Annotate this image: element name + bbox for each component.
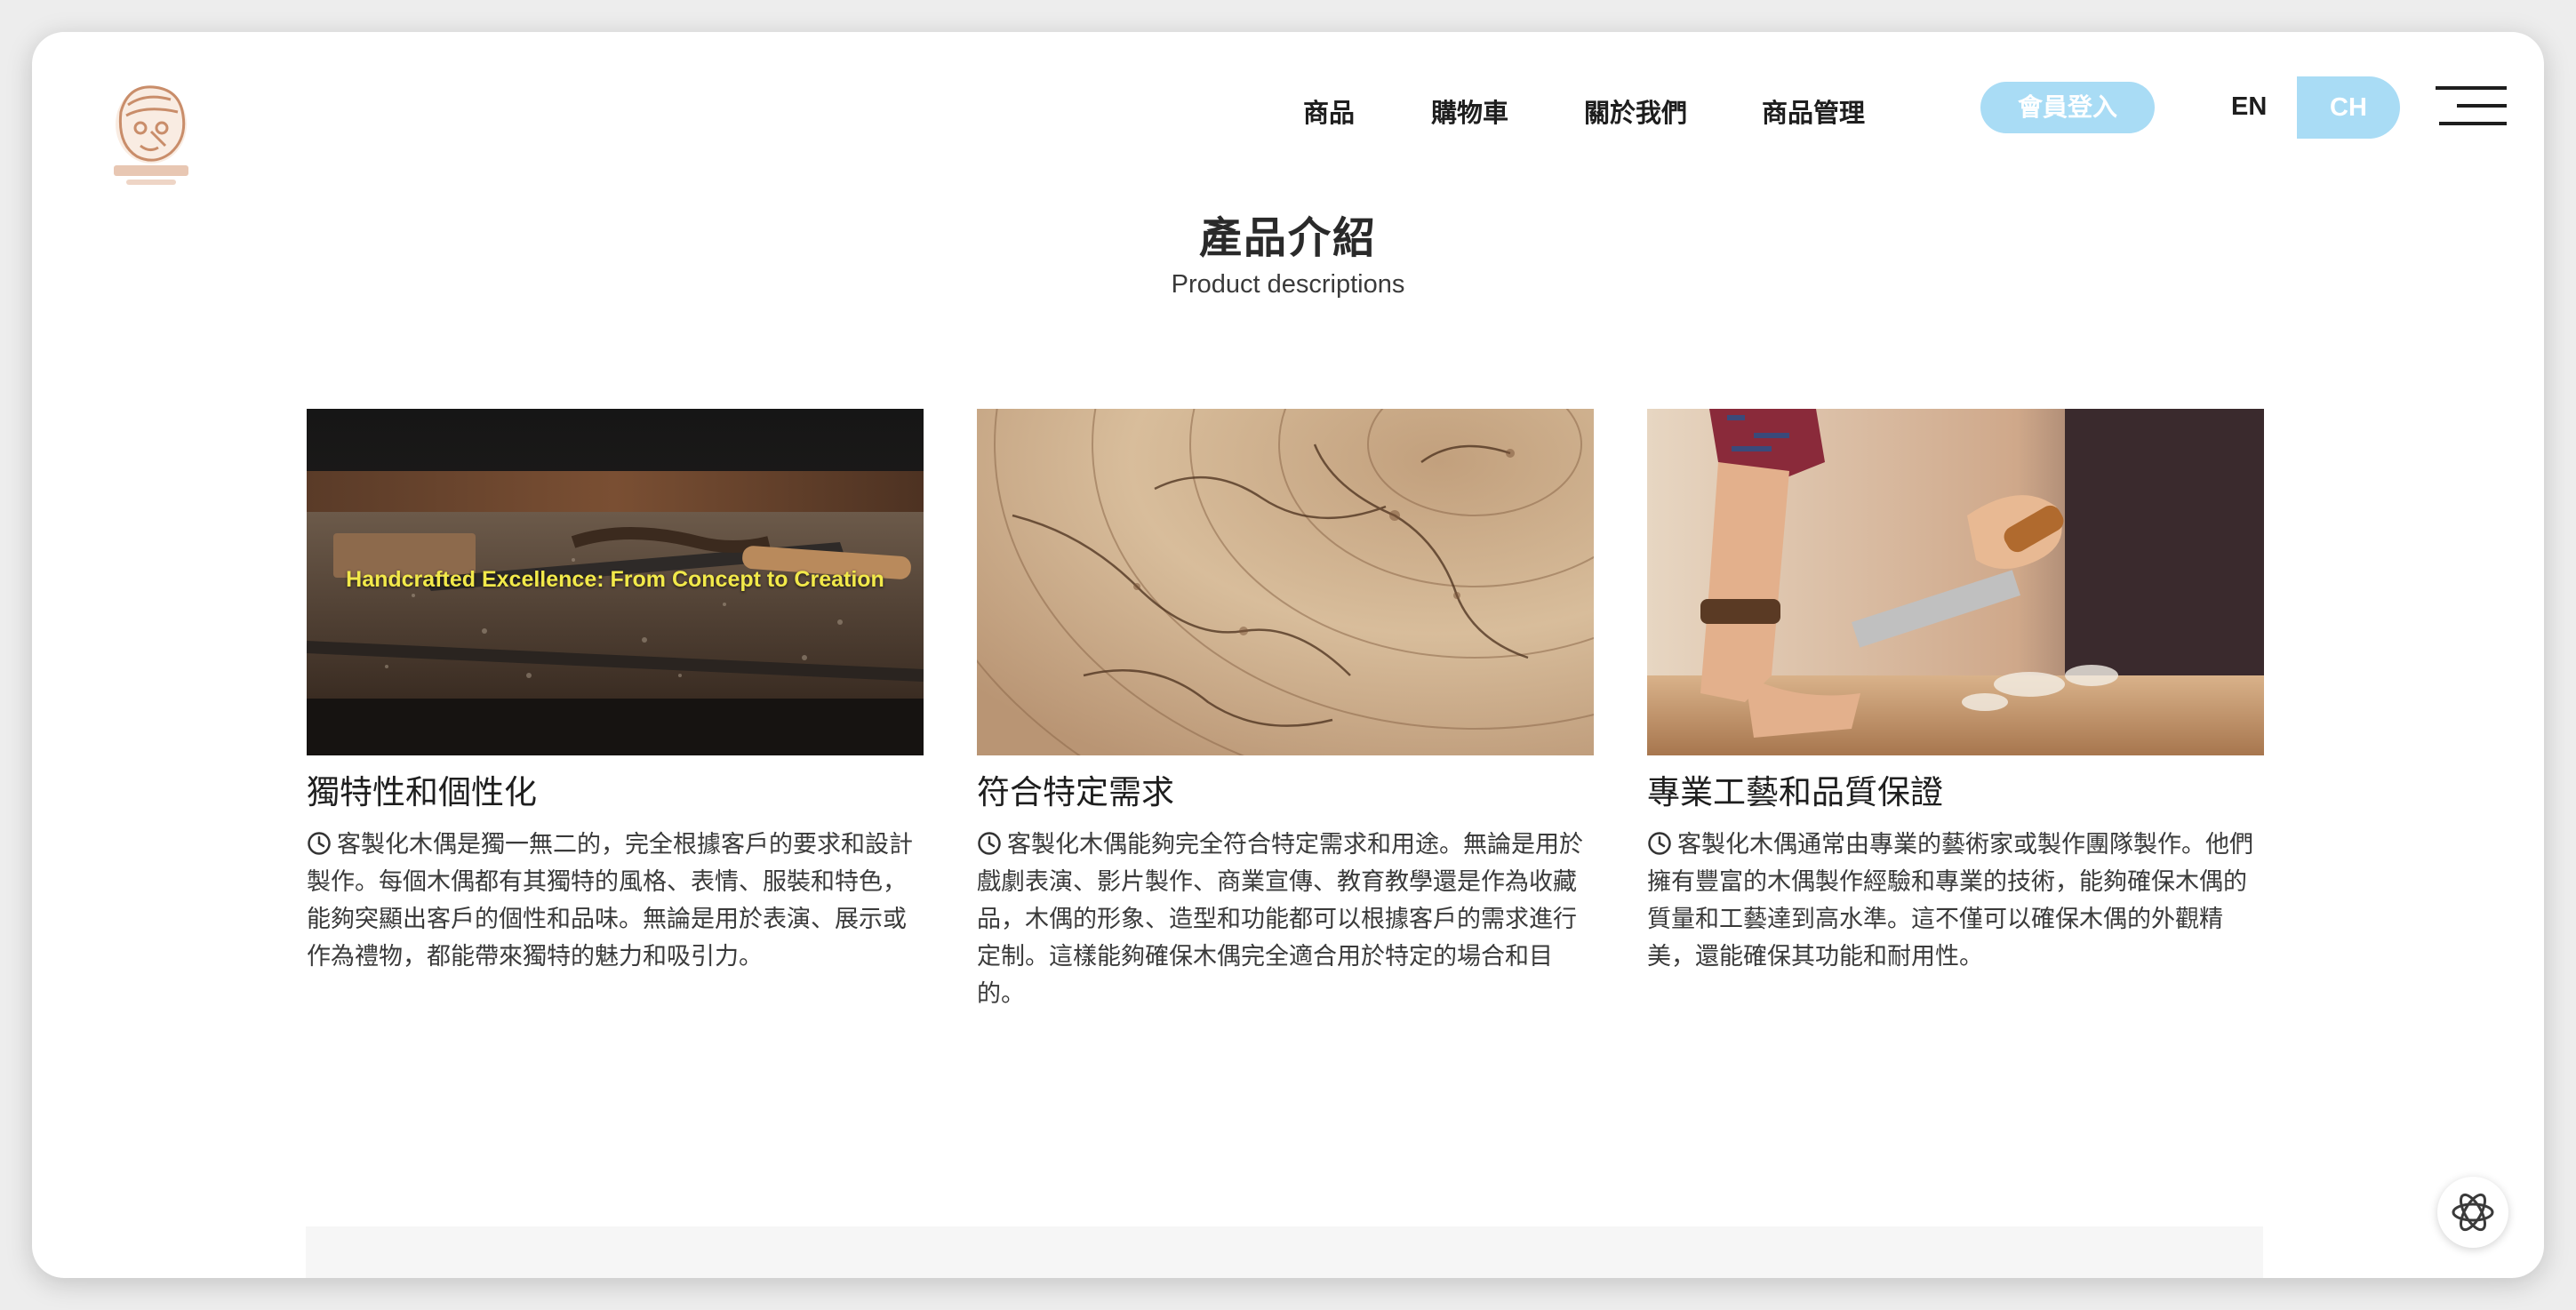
nav-item-products[interactable]: 商品	[1303, 92, 1355, 130]
clock-icon	[308, 832, 331, 855]
next-section-band	[306, 1226, 2263, 1278]
section-title: 產品介紹	[1198, 213, 1377, 263]
member-login-button[interactable]: 會員登入	[1980, 82, 2155, 133]
browser-window: 商品 購物車 關於我們 商品管理 會員登入 EN CH 產品介紹 Product…	[32, 32, 2544, 1278]
section-subtitle: Product descriptions	[1171, 270, 1405, 299]
nav-item-about[interactable]: 關於我們	[1584, 92, 1687, 130]
assistant-icon[interactable]	[2437, 1177, 2508, 1248]
card-image-caption: Handcrafted Excellence: From Concept to …	[346, 567, 884, 592]
top-navigation: 商品 購物車 關於我們 商品管理 會員登入 EN CH	[32, 32, 2544, 174]
card-description: 客製化木偶通常由專業的藝術家或製作團隊製作。他們擁有豐富的木偶製作經驗和專業的技…	[1647, 827, 2264, 976]
card-title: 符合特定需求	[977, 773, 1174, 811]
card-title: 專業工藝和品質保證	[1647, 773, 1943, 811]
card-title: 獨特性和個性化	[307, 773, 537, 811]
card-description: 客製化木偶是獨一無二的，完全根據客戶的要求和設計製作。每個木偶都有其獨特的風格、…	[307, 827, 924, 976]
product-card-2: 符合特定需求 客製化木偶能夠完全符合特定需求和用途。無論是用於戲劇表演、影片製作…	[977, 409, 1594, 1013]
nav-item-cart[interactable]: 購物車	[1431, 92, 1508, 130]
clock-icon	[1648, 832, 1671, 855]
product-card-1: Handcrafted Excellence: From Concept to …	[307, 409, 924, 976]
nav-item-product-management[interactable]: 商品管理	[1762, 92, 1865, 130]
card-description-text: 客製化木偶通常由專業的藝術家或製作團隊製作。他們擁有豐富的木偶製作經驗和專業的技…	[1647, 831, 2253, 971]
language-en-button[interactable]: EN	[2231, 92, 2267, 122]
card-image-workbench-tools: Handcrafted Excellence: From Concept to …	[307, 409, 924, 755]
card-description-text: 客製化木偶是獨一無二的，完全根據客戶的要求和設計製作。每個木偶都有其獨特的風格、…	[307, 831, 913, 971]
language-ch-button[interactable]: CH	[2297, 76, 2400, 139]
product-card-3: 專業工藝和品質保證 客製化木偶通常由專業的藝術家或製作團隊製作。他們擁有豐富的木…	[1647, 409, 2264, 976]
clock-icon	[978, 832, 1001, 855]
card-image-wood-grain	[977, 409, 1594, 755]
hamburger-menu-icon[interactable]	[2436, 85, 2510, 126]
card-image-woodworker-saw	[1647, 409, 2264, 755]
card-description: 客製化木偶能夠完全符合特定需求和用途。無論是用於戲劇表演、影片製作、商業宣傳、教…	[977, 827, 1594, 1013]
card-description-text: 客製化木偶能夠完全符合特定需求和用途。無論是用於戲劇表演、影片製作、商業宣傳、教…	[977, 831, 1583, 1008]
